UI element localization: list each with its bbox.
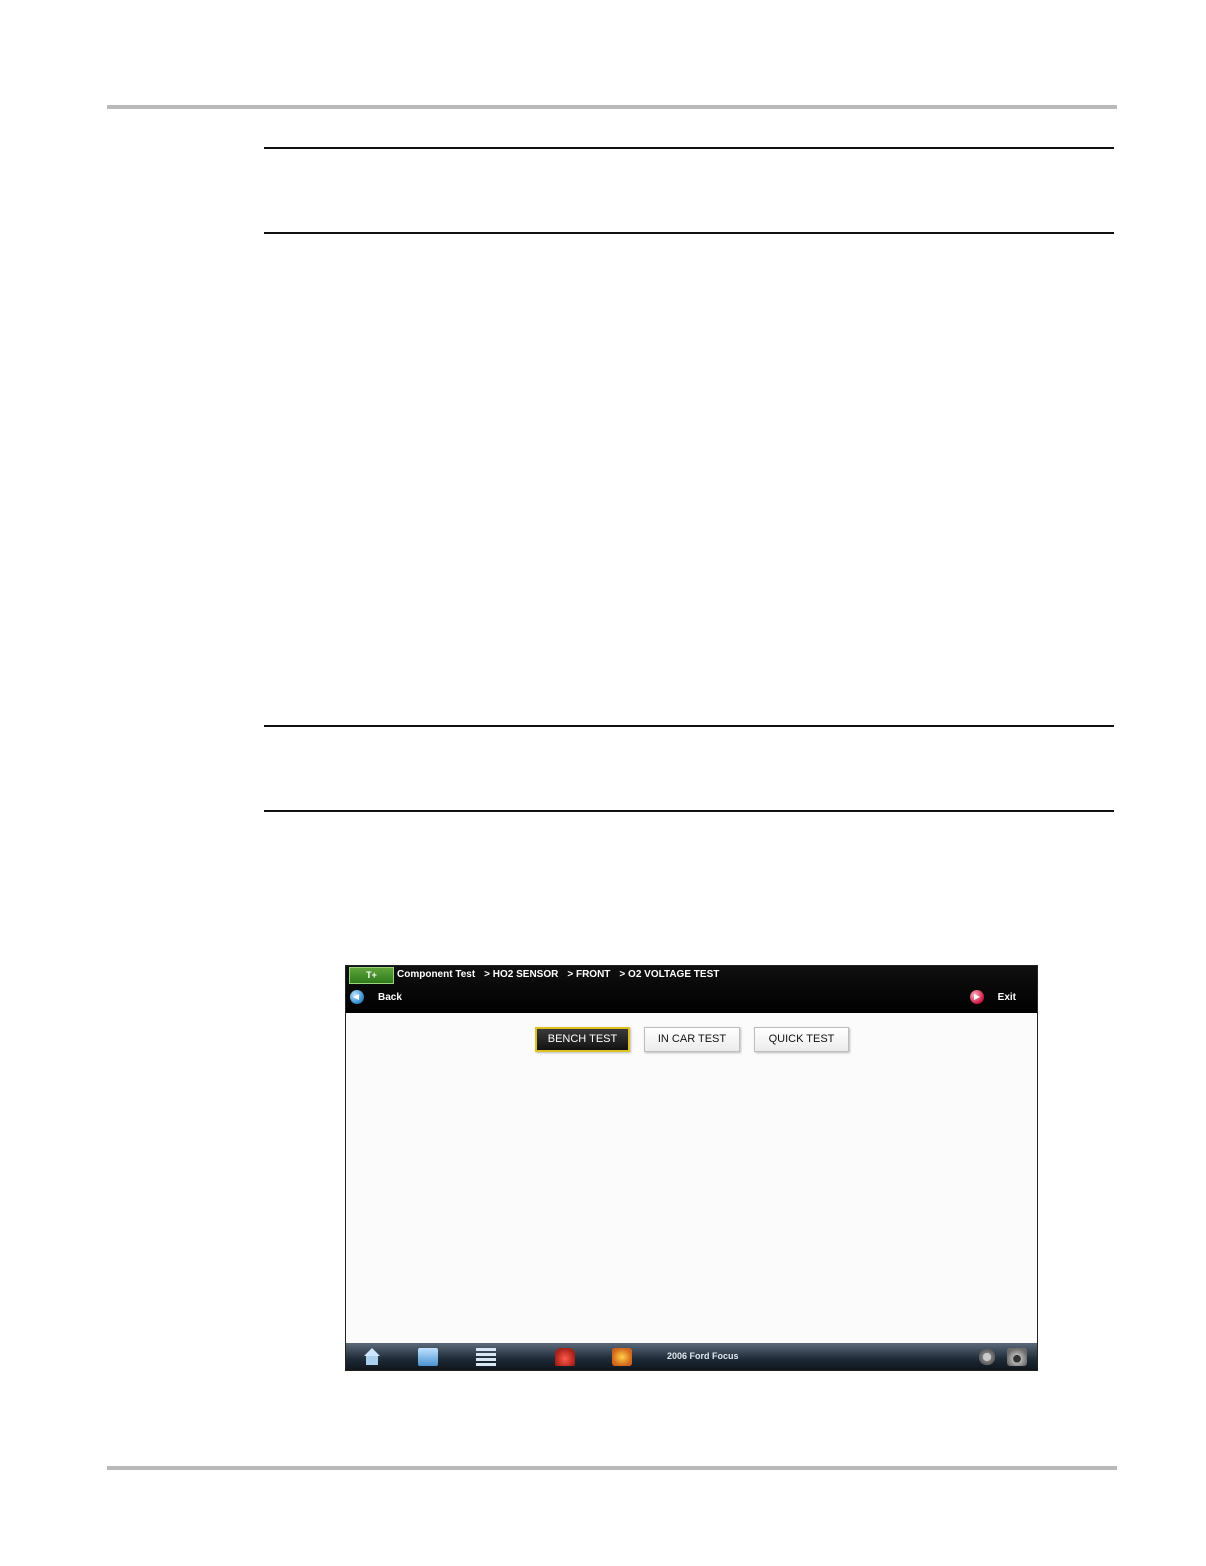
gear-icon[interactable] — [977, 1348, 997, 1366]
test-tabs: BENCH TEST IN CAR TEST QUICK TEST — [535, 1027, 849, 1052]
note-rule-bottom-2 — [264, 810, 1114, 812]
note-rule-bottom — [264, 232, 1114, 234]
engine-icon[interactable] — [612, 1348, 632, 1366]
note-rule-top-2 — [264, 725, 1114, 727]
app-logo: T+ — [349, 967, 394, 984]
car-icon[interactable] — [555, 1348, 575, 1366]
footer-rule — [107, 1466, 1117, 1470]
camera-icon[interactable] — [1007, 1348, 1027, 1366]
breadcrumb: Component Test > HO2 SENSOR > FRONT > O2… — [397, 968, 719, 982]
exit-label: Exit — [997, 991, 1016, 1003]
back-arrow-icon — [350, 990, 364, 1004]
home-icon[interactable] — [362, 1348, 382, 1366]
vehicle-label: 2006 Ford Focus — [667, 1351, 739, 1361]
back-label: Back — [378, 991, 402, 1003]
title-bar: T+ Component Test > HO2 SENSOR > FRONT >… — [346, 966, 1037, 1013]
exit-arrow-icon — [969, 990, 984, 1004]
breadcrumb-item-o2-voltage-test[interactable]: > O2 VOLTAGE TEST — [619, 968, 719, 982]
tab-bench-test[interactable]: BENCH TEST — [535, 1027, 630, 1052]
back-button[interactable]: Back — [350, 988, 402, 1006]
tab-quick-test[interactable]: QUICK TEST — [754, 1027, 849, 1052]
breadcrumb-item-ho2-sensor[interactable]: > HO2 SENSOR — [484, 968, 558, 982]
list-icon[interactable] — [418, 1348, 438, 1366]
tools-icon[interactable] — [476, 1348, 496, 1366]
breadcrumb-item-component-test[interactable]: Component Test — [397, 968, 475, 982]
tab-in-car-test[interactable]: IN CAR TEST — [644, 1027, 740, 1052]
header-rule — [107, 105, 1117, 109]
note-rule-top — [264, 147, 1114, 149]
breadcrumb-item-front[interactable]: > FRONT — [567, 968, 610, 982]
device-screen: T+ Component Test > HO2 SENSOR > FRONT >… — [345, 965, 1038, 1371]
toolbar-bottom: 2006 Ford Focus — [346, 1343, 1037, 1370]
exit-button[interactable]: Exit — [969, 988, 1016, 1006]
